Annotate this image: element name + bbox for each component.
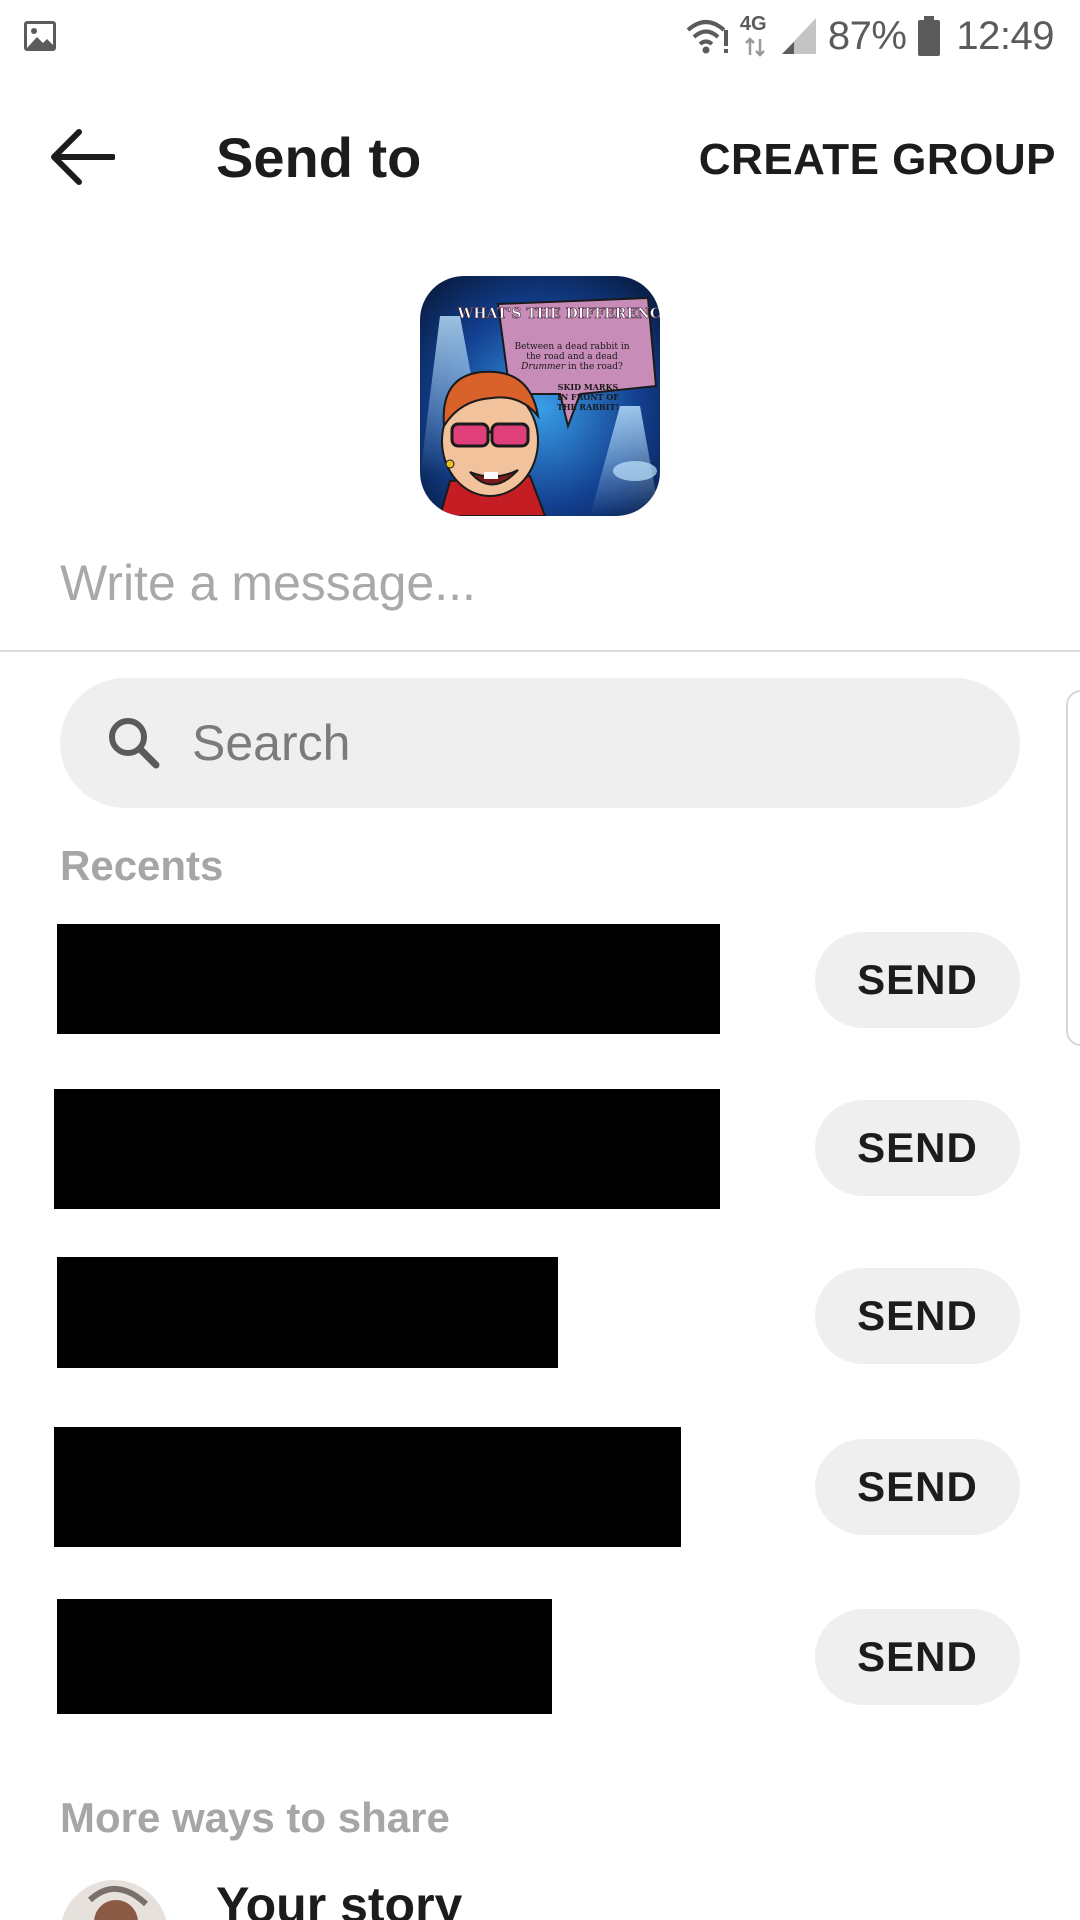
send-button[interactable]: SEND [815, 1268, 1020, 1364]
redacted-contact [57, 1599, 552, 1714]
meme-question-line2: the road and a dead [526, 352, 618, 362]
recent-contact-row[interactable]: SEND [0, 1427, 1080, 1547]
cartoon-character [438, 370, 547, 516]
wifi-alert-icon [686, 20, 728, 54]
battery-icon [918, 16, 941, 56]
meme-question-line1: Between a dead rabbit in [514, 342, 629, 352]
shared-image-preview: WHAT'S THE DIFFERENCE... Between a dead … [420, 276, 660, 516]
status-bar: 4G 87% 12:49 [0, 0, 1080, 72]
send-button[interactable]: SEND [815, 932, 1020, 1028]
more-ways-heading: More ways to share [60, 1794, 450, 1841]
search-icon [109, 718, 160, 769]
redacted-contact [57, 1257, 558, 1368]
gallery-icon [24, 21, 56, 51]
search-input[interactable] [192, 708, 1020, 778]
meme-image: WHAT'S THE DIFFERENCE... Between a dead … [420, 276, 660, 516]
recent-contact-row[interactable]: SEND [0, 920, 1080, 1040]
redacted-contact [54, 1427, 681, 1547]
send-button[interactable]: SEND [815, 1609, 1020, 1705]
recents-heading: Recents [60, 842, 224, 889]
meme-answer-line3: THE RABBIT! [557, 402, 619, 412]
cell-signal-icon [781, 18, 816, 54]
send-button[interactable]: SEND [815, 1439, 1020, 1535]
search-bar[interactable] [60, 678, 1020, 808]
recent-contact-row[interactable]: SEND [0, 1256, 1080, 1376]
status-icons: 4G 87% 12:49 [686, 10, 1054, 62]
redacted-contact [57, 924, 720, 1034]
recent-contact-row[interactable]: SEND [0, 1597, 1080, 1717]
redacted-contact [54, 1089, 720, 1209]
meme-headline: WHAT'S THE DIFFERENCE... [457, 306, 660, 322]
avatar [60, 1880, 168, 1920]
create-group-button[interactable]: CREATE GROUP [699, 132, 1056, 188]
your-story-row[interactable]: Your story [0, 1870, 1080, 1920]
meme-question-line3: Drummer in the road? [520, 362, 623, 372]
your-story-label: Your story [216, 1877, 463, 1920]
page-title: Send to [216, 126, 422, 189]
clock: 12:49 [956, 13, 1054, 58]
divider [0, 650, 1080, 652]
send-button[interactable]: SEND [815, 1100, 1020, 1196]
app-bar: Send to CREATE GROUP [0, 100, 1080, 220]
arrow-left-icon [51, 129, 115, 185]
back-button[interactable] [42, 124, 122, 190]
battery-percent: 87% [827, 13, 907, 58]
data-arrows-icon: 4G [740, 13, 770, 59]
message-input[interactable] [60, 550, 1020, 616]
network-type: 4G [739, 13, 767, 35]
meme-answer-line1: SKID MARKS [558, 382, 619, 392]
meme-answer-line2: IN FRONT OF [557, 392, 619, 402]
recent-contact-row[interactable]: SEND [0, 1088, 1080, 1209]
